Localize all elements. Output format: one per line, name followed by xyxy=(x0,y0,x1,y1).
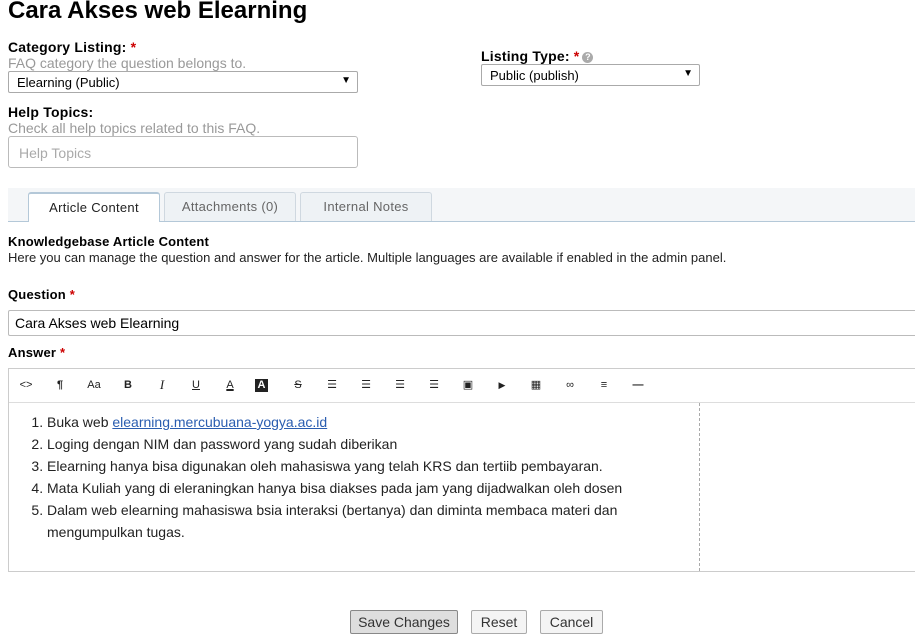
cancel-button[interactable]: Cancel xyxy=(540,610,603,634)
tab-attachments[interactable]: Attachments (0) xyxy=(164,192,296,221)
outdent-icon[interactable]: ☰ xyxy=(391,377,409,393)
listing-type-selected-value: Public (publish) xyxy=(490,68,579,83)
tab-article-content[interactable]: Article Content xyxy=(28,192,160,222)
help-topics-label: Help Topics: xyxy=(8,104,94,120)
list-item: Buka web elearning.mercubuana-yogya.ac.i… xyxy=(47,411,699,433)
kb-heading: Knowledgebase Article Content xyxy=(8,234,210,249)
save-changes-button[interactable]: Save Changes xyxy=(350,610,458,634)
ordered-list-icon[interactable]: ☰ xyxy=(357,377,375,393)
question-label-text: Question xyxy=(8,287,66,302)
link-icon[interactable]: ∞ xyxy=(561,377,579,393)
listing-type-label-text: Listing Type xyxy=(481,48,565,64)
tab-bar: Article Content Attachments (0) Internal… xyxy=(8,188,915,222)
required-marker: * xyxy=(573,48,580,64)
dropdown-arrow-icon: ▼ xyxy=(683,68,693,79)
question-input[interactable]: Cara Akses web Elearning xyxy=(8,310,915,336)
indent-icon[interactable]: ☰ xyxy=(425,377,443,393)
category-selected-value: Elearning (Public) xyxy=(17,75,120,90)
required-marker: * xyxy=(130,39,137,55)
answer-label-text: Answer xyxy=(8,345,57,360)
category-select[interactable]: Elearning (Public) ▼ xyxy=(8,71,358,93)
dropdown-arrow-icon: ▼ xyxy=(341,75,351,86)
page-title: Cara Akses web Elearning xyxy=(8,0,308,24)
font-color-icon[interactable]: A xyxy=(221,377,239,393)
category-hint: FAQ category the question belongs to. xyxy=(8,55,247,71)
required-marker: * xyxy=(59,345,66,360)
background-color-icon[interactable]: A xyxy=(255,379,268,392)
strikethrough-icon[interactable]: S xyxy=(289,377,307,393)
list-item: Dalam web elearning mahasiswa bsia inter… xyxy=(47,499,657,543)
bold-icon[interactable]: B xyxy=(119,377,137,393)
help-topics-label-text: Help Topics xyxy=(8,104,89,120)
tab-internal-notes[interactable]: Internal Notes xyxy=(300,192,432,221)
elearning-link[interactable]: elearning.mercubuana-yogya.ac.id xyxy=(112,414,327,430)
reset-button[interactable]: Reset xyxy=(471,610,527,634)
font-size-icon[interactable]: Aa xyxy=(85,377,103,393)
video-icon[interactable]: ▶ xyxy=(493,377,511,393)
help-icon[interactable]: ? xyxy=(582,52,594,63)
table-icon[interactable]: ▦ xyxy=(527,377,545,393)
category-label-text: Category Listing xyxy=(8,39,122,55)
help-topics-hint: Check all help topics related to this FA… xyxy=(8,120,261,136)
code-view-icon[interactable]: <> xyxy=(17,377,35,393)
list-item: Loging dengan NIM dan password yang suda… xyxy=(47,433,699,455)
editor-content[interactable]: Buka web elearning.mercubuana-yogya.ac.i… xyxy=(9,403,700,571)
list-item-text: Buka web xyxy=(47,414,113,430)
category-label: Category Listing: * xyxy=(8,39,137,55)
list-item: Mata Kuliah yang di eleraningkan hanya b… xyxy=(47,477,699,499)
underline-icon[interactable]: U xyxy=(187,377,205,393)
italic-icon[interactable]: I xyxy=(153,377,171,393)
answer-list: Buka web elearning.mercubuana-yogya.ac.i… xyxy=(9,411,699,543)
question-label: Question * xyxy=(8,287,75,302)
paragraph-icon[interactable]: ¶ xyxy=(51,377,69,393)
kb-description: Here you can manage the question and ans… xyxy=(8,250,727,265)
unordered-list-icon[interactable]: ☰ xyxy=(323,377,341,393)
required-marker: * xyxy=(69,287,76,302)
listing-type-label: Listing Type: *? xyxy=(481,48,594,64)
editor-toolbar: <> ¶ Aa B I U A A S ☰ ☰ ☰ ☰ ▣ ▶ ▦ ∞ ≡ — xyxy=(9,369,915,403)
list-item: Elearning hanya bisa digunakan oleh maha… xyxy=(47,455,699,477)
listing-type-select[interactable]: Public (publish) ▼ xyxy=(481,64,700,86)
answer-editor: <> ¶ Aa B I U A A S ☰ ☰ ☰ ☰ ▣ ▶ ▦ ∞ ≡ — … xyxy=(8,368,915,572)
horizontal-rule-icon[interactable]: — xyxy=(629,377,647,393)
help-topics-input[interactable]: Help Topics xyxy=(8,136,358,168)
align-icon[interactable]: ≡ xyxy=(595,377,613,393)
image-icon[interactable]: ▣ xyxy=(459,377,477,393)
answer-label: Answer * xyxy=(8,345,65,360)
